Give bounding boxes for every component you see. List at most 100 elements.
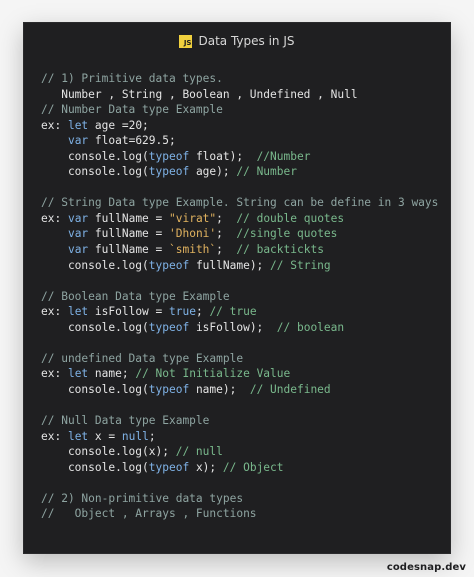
code-line: console.log(typeof x); // Object [41,460,442,476]
code-token: let [67,118,89,132]
code-token: var [67,243,89,257]
watermark: codesnap.dev [386,562,466,573]
code-line: console.log(typeof fullName); // String [41,258,442,274]
window-title: Data Types in JS [198,34,295,48]
code-token: var [67,211,89,225]
code-line: var fullName = 'Dhoni'; //single quotes [41,226,442,242]
code-token: typeof [148,460,190,474]
code-token: fullName); [189,258,271,272]
code-token: x = [88,429,122,443]
code-token: ; [216,243,237,257]
code-line: // Boolean Data type Example [41,289,442,305]
code-token: // 2) Non-primitive data types [41,491,244,505]
code-line: // String Data type Example. String can … [41,195,442,211]
code-token: Number , String , Boolean , Undefined , … [41,87,358,101]
code-line: // 1) Primitive data types. [41,71,442,87]
code-token: // undefined Data type Example [41,351,244,365]
code-token: let [67,305,89,319]
code-token: name; [88,367,136,381]
code-line: ex: let x = null; [41,429,442,445]
code-token: float); [189,149,257,163]
code-line: var float=629.5; [41,133,442,149]
code-token: typeof [148,320,190,334]
code-token: ex: [41,118,68,132]
code-line: ex: let name; // Not Initialize Value [41,366,442,382]
code-line: // undefined Data type Example [41,351,442,367]
code-token: isFollow = [88,305,169,319]
code-line: ex: let isFollow = true; // true [41,304,442,320]
code-token: ; [216,211,237,225]
code-token: "virat" [169,211,217,225]
code-token: let [67,367,89,381]
code-token: typeof [148,258,190,272]
code-token: fullName = [88,211,169,225]
code-token: // Boolean Data type Example [41,289,230,303]
code-token: console.log( [41,382,149,396]
code-line: ex: let age =20; [41,118,442,134]
code-token: console.log( [41,165,149,179]
code-token: // Undefined [249,382,331,396]
code-token: ex: [41,305,68,319]
code-token: //single quotes [236,227,338,241]
code-token: // Number Data type Example [41,103,223,117]
code-token: // 1) Primitive data types. [41,72,223,85]
code-token: typeof [148,149,190,163]
code-token: isFollow); [189,320,277,334]
code-token: ; [148,429,156,443]
code-line: console.log(typeof float); //Number [41,149,442,165]
code-token: // Object [222,460,284,474]
window-titlebar: JS Data Types in JS [24,31,450,51]
code-token: null [121,429,149,443]
code-token: name); [189,382,250,396]
code-token: age =20; [88,118,149,132]
code-token: // double quotes [236,211,345,225]
code-token: console.log( [41,460,149,474]
code-token: fullName = [88,227,169,241]
code-line: ex: var fullName = "virat"; // double qu… [41,211,442,227]
code-token: x); [189,460,223,474]
code-token: // boolean [276,320,345,334]
code-line: var fullName = `smith`; // backtickts [41,242,442,258]
code-token: ; [195,305,210,319]
code-line: Number , String , Boolean , Undefined , … [41,87,442,103]
code-token: // backtickts [236,243,324,257]
code-token: // Number [236,165,297,179]
code-token: true [169,305,196,319]
code-token: // String Data type Example. String can … [41,196,439,210]
code-token: let [67,429,89,443]
code-token: //Number [256,149,311,163]
code-token: // Null Data type Example [41,414,210,428]
code-token: ex: [41,367,68,381]
code-line: console.log(typeof isFollow); // boolean [41,320,442,336]
code-line: // Null Data type Example [41,413,442,429]
code-token: typeof [148,165,190,179]
code-token: age); [189,165,237,179]
code-token: console.log( [41,320,149,334]
code-token: `smith` [169,243,217,257]
code-line: console.log(x); // null [41,444,442,460]
code-token: ; [216,227,237,241]
javascript-icon: JS [179,34,193,48]
code-line: // Number Data type Example [41,102,442,118]
code-token: float=629.5; [88,134,176,148]
code-token: // Object , Arrays , Functions [41,507,257,521]
code-line: // 2) Non-primitive data types [41,491,442,507]
code-token: var [67,227,89,241]
code-token: console.log( [41,258,149,272]
code-token: // Not Initialize Value [135,367,291,381]
code-window: JS Data Types in JS // 1) Primitive data… [24,23,450,553]
code-token: typeof [148,382,190,396]
code-token: fullName = [88,243,169,257]
code-line: console.log(typeof name); // Undefined [41,382,442,398]
code-token: 'Dhoni' [169,227,217,241]
code-block: // 1) Primitive data types. Number , Str… [41,71,442,522]
code-token: ex: [41,211,68,225]
code-token: // null [175,445,223,459]
